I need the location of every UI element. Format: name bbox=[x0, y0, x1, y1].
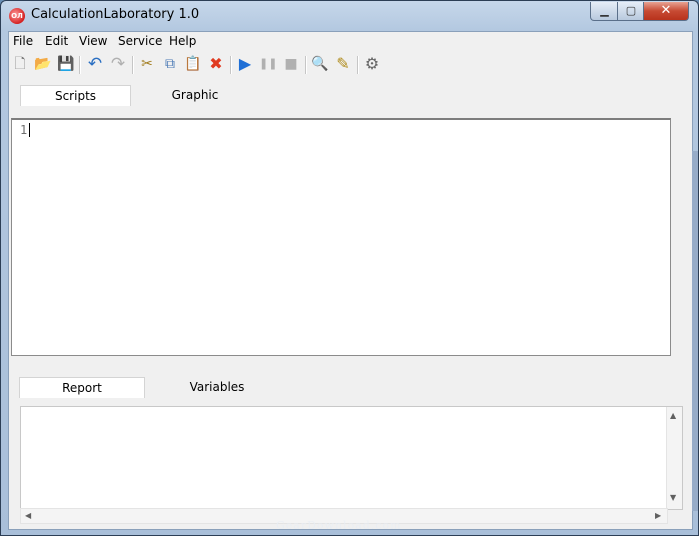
tab-report[interactable]: Report bbox=[19, 377, 145, 398]
undo-icon[interactable]: ↶ bbox=[86, 55, 104, 73]
tab-scripts[interactable]: Scripts bbox=[20, 85, 131, 106]
cut-icon[interactable]: ✂ bbox=[138, 55, 156, 73]
client-area: File Edit View Service Help 🗋 📂 💾 ↶ ↷ ✂ … bbox=[8, 31, 693, 530]
editor-tabs: Scripts Graphic bbox=[9, 82, 692, 106]
run-icon[interactable]: ▶ bbox=[236, 55, 254, 73]
find-icon[interactable]: 🔍 bbox=[311, 55, 329, 73]
scroll-right-icon[interactable]: ▶ bbox=[655, 511, 661, 520]
stop-icon[interactable]: ■ bbox=[282, 55, 300, 73]
scroll-left-icon[interactable]: ◀ bbox=[25, 511, 31, 520]
pause-icon[interactable]: ❚❚ bbox=[259, 55, 277, 73]
maximize-icon: ▢ bbox=[625, 4, 637, 17]
window-title: CalculationLaboratory 1.0 bbox=[31, 7, 200, 22]
toolbar-separator bbox=[230, 56, 232, 74]
edit-pencil-icon[interactable]: ✎ bbox=[334, 55, 352, 73]
delete-icon[interactable]: ✖ bbox=[207, 55, 225, 73]
minimize-button[interactable]: ▁ bbox=[590, 2, 619, 21]
app-icon: ОЛ bbox=[9, 8, 25, 24]
line-number: 1 bbox=[20, 123, 28, 137]
toolbar-separator bbox=[132, 56, 134, 74]
window-frame-edge bbox=[692, 151, 698, 511]
watermark-text: GearDownload.com bbox=[276, 519, 402, 532]
vertical-scrollbar[interactable]: ▲ ▼ bbox=[666, 407, 682, 509]
menu-help[interactable]: Help bbox=[169, 34, 196, 48]
maximize-button[interactable]: ▢ bbox=[617, 2, 645, 21]
toolbar-separator bbox=[79, 56, 81, 74]
scroll-up-icon[interactable]: ▲ bbox=[670, 411, 676, 420]
scroll-down-icon[interactable]: ▼ bbox=[670, 493, 676, 502]
menu-service[interactable]: Service bbox=[118, 34, 162, 48]
menu-file[interactable]: File bbox=[13, 34, 33, 48]
open-file-icon[interactable]: 📂 bbox=[34, 55, 52, 73]
settings-gear-icon[interactable]: ⚙ bbox=[363, 55, 381, 73]
title-bar[interactable]: ОЛ CalculationLaboratory 1.0 ▁ ▢ ✕ bbox=[1, 1, 698, 31]
output-tabs: Report Variables bbox=[9, 374, 692, 398]
close-icon: ✕ bbox=[660, 3, 672, 18]
tab-variables[interactable]: Variables bbox=[157, 377, 277, 397]
save-icon[interactable]: 💾 bbox=[57, 55, 75, 73]
toolbar: 🗋 📂 💾 ↶ ↷ ✂ ⧉ 📋 ✖ ▶ ❚❚ ■ 🔍 ✎ ⚙ bbox=[9, 52, 692, 78]
toolbar-separator bbox=[305, 56, 307, 74]
close-button[interactable]: ✕ bbox=[643, 2, 689, 21]
minimize-icon: ▁ bbox=[600, 4, 609, 17]
copy-icon[interactable]: ⧉ bbox=[161, 55, 179, 73]
report-panel[interactable]: ▲ ▼ bbox=[20, 406, 683, 510]
app-window: ОЛ CalculationLaboratory 1.0 ▁ ▢ ✕ File … bbox=[0, 0, 699, 536]
menu-view[interactable]: View bbox=[79, 34, 107, 48]
menu-bar: File Edit View Service Help bbox=[9, 32, 692, 51]
menu-edit[interactable]: Edit bbox=[45, 34, 68, 48]
redo-icon[interactable]: ↷ bbox=[109, 55, 127, 73]
new-file-icon[interactable]: 🗋 bbox=[11, 55, 29, 73]
text-caret bbox=[29, 123, 30, 137]
toolbar-separator bbox=[357, 56, 359, 74]
script-editor[interactable]: 1 bbox=[11, 118, 671, 356]
tab-graphic[interactable]: Graphic bbox=[144, 85, 246, 105]
paste-icon[interactable]: 📋 bbox=[184, 55, 202, 73]
